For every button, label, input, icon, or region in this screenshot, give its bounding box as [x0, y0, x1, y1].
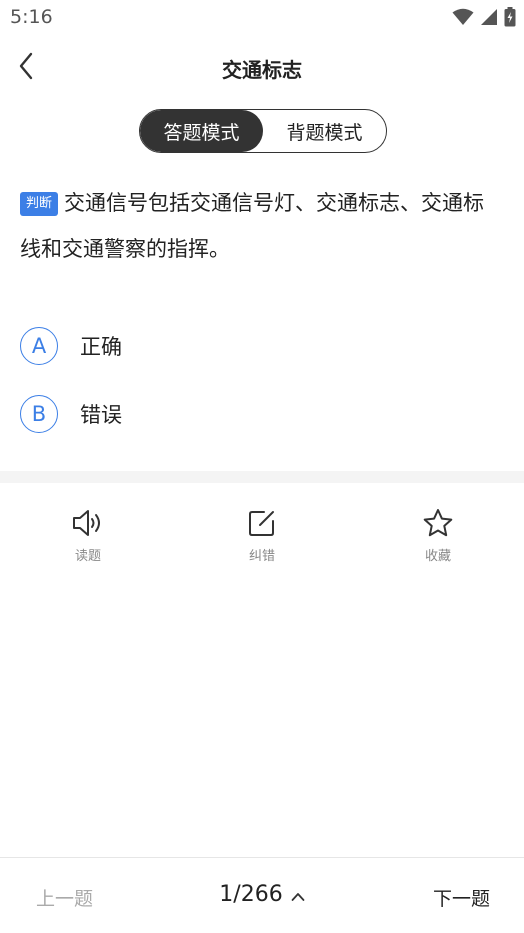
header: 交通标志 — [0, 40, 524, 96]
status-bar: 5:16 — [0, 0, 524, 36]
option-letter: A — [20, 327, 58, 365]
answer-mode-tab[interactable]: 答题模式 — [140, 110, 263, 152]
chevron-up-icon — [291, 883, 305, 908]
next-question-button[interactable]: 下一题 — [433, 884, 490, 911]
option-text: 正确 — [80, 335, 122, 359]
action-label: 纠错 — [248, 549, 275, 564]
option-b[interactable]: B 错误 — [20, 392, 500, 436]
memorize-mode-tab[interactable]: 背题模式 — [263, 110, 386, 152]
practice-screen: 5:16 交通标志 答题模式 背题模式 判断 交通信号包括交通信号灯、交通标志、… — [0, 0, 524, 933]
mode-toggle: 答题模式 背题模式 — [139, 109, 387, 153]
wifi-icon — [452, 8, 474, 26]
report-error-button[interactable]: 纠错 — [222, 506, 302, 570]
page-title: 交通标志 — [222, 58, 302, 82]
status-icons — [452, 7, 516, 27]
read-question-button[interactable]: 读题 — [48, 506, 128, 570]
status-time: 5:16 — [10, 6, 53, 28]
edit-icon — [245, 506, 279, 540]
option-text: 错误 — [80, 403, 122, 427]
favorite-button[interactable]: 收藏 — [398, 506, 478, 570]
action-label: 读题 — [74, 549, 101, 564]
question-text: 交通信号包括交通信号灯、交通标志、交通标线和交通警察的指挥。 — [20, 191, 485, 261]
cellular-signal-icon — [480, 8, 498, 26]
star-icon — [421, 506, 455, 540]
question-type-badge: 判断 — [20, 192, 59, 216]
page-indicator-text: 1/266 — [219, 882, 283, 907]
bottom-navigation: 上一题 1/266 下一题 — [0, 857, 524, 933]
speaker-icon — [71, 506, 105, 540]
section-divider — [0, 471, 524, 483]
option-letter: B — [20, 395, 58, 433]
question: 判断 交通信号包括交通信号灯、交通标志、交通标线和交通警察的指挥。 — [20, 180, 504, 272]
action-label: 收藏 — [424, 549, 451, 564]
option-a[interactable]: A 正确 — [20, 324, 500, 368]
battery-charging-icon — [504, 7, 516, 27]
